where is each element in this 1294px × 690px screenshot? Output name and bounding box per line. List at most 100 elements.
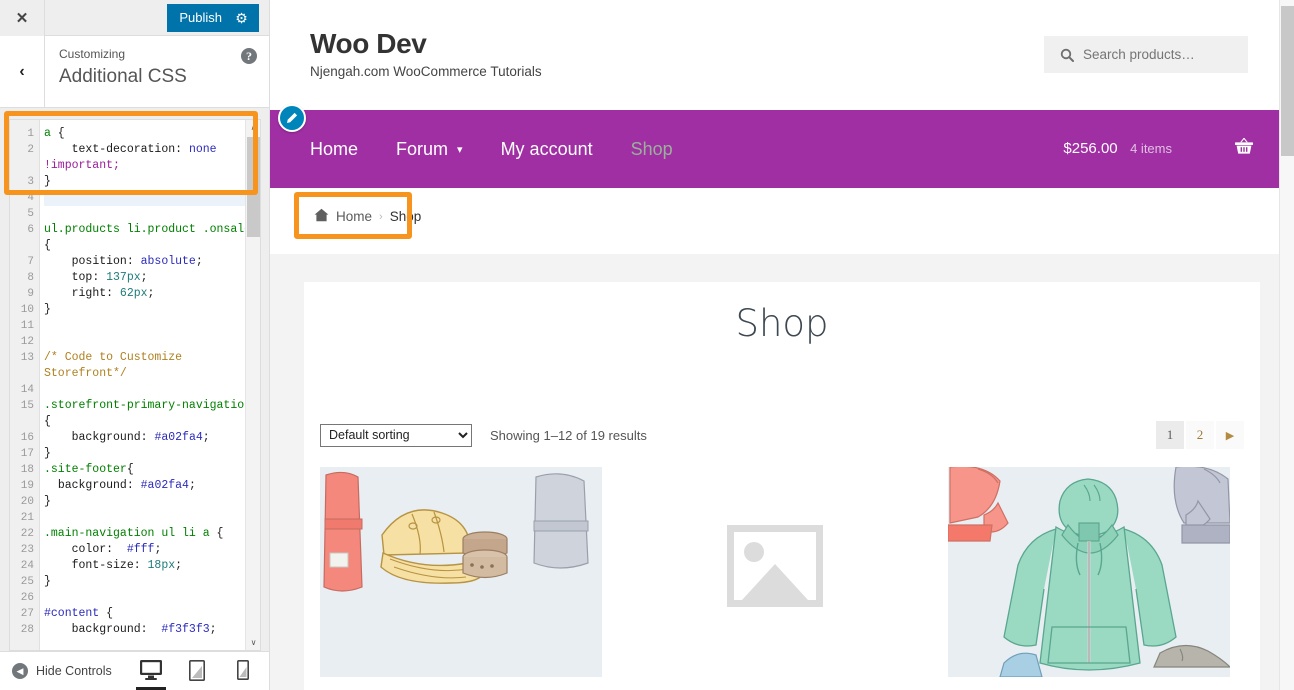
editor-line[interactable]: text-decoration: none !important; bbox=[44, 142, 260, 174]
editor-line[interactable]: } bbox=[44, 494, 260, 510]
editor-line-number: 12 bbox=[20, 336, 34, 348]
editor-line-number: 18 bbox=[20, 464, 34, 476]
nav-item-forum[interactable]: Forum ▾ bbox=[396, 139, 463, 160]
page-title: Shop bbox=[735, 302, 829, 345]
editor-line[interactable]: } bbox=[44, 174, 260, 190]
home-icon[interactable] bbox=[314, 208, 329, 225]
editor-line[interactable]: /* Code to Customize Storefront*/ bbox=[44, 350, 260, 382]
nav-item-shop[interactable]: Shop bbox=[631, 139, 673, 160]
code-token: } bbox=[44, 575, 51, 588]
breadcrumb-home-link[interactable]: Home bbox=[336, 209, 372, 224]
back-button[interactable]: ‹ bbox=[0, 36, 45, 107]
breadcrumb-separator: › bbox=[379, 210, 383, 223]
code-token: right: bbox=[44, 287, 120, 300]
editor-line-number: 16 bbox=[20, 432, 34, 444]
pagination-page-2[interactable]: 2 bbox=[1186, 421, 1214, 449]
sort-select[interactable]: Default sortingSort by popularitySort by… bbox=[320, 423, 472, 447]
editor-line[interactable]: ul.products li.product .onsale { bbox=[44, 222, 260, 254]
editor-line-number: 13 bbox=[20, 352, 34, 364]
pagination-next-icon[interactable]: ▶ bbox=[1216, 421, 1244, 449]
editor-line[interactable] bbox=[44, 334, 260, 350]
editor-line[interactable]: } bbox=[44, 446, 260, 462]
editor-line-number: 11 bbox=[20, 320, 34, 332]
code-token: !important; bbox=[44, 159, 120, 172]
search-input[interactable] bbox=[1083, 47, 1243, 62]
code-token: .storefront-primary-navigation bbox=[44, 399, 252, 412]
scroll-up-icon[interactable]: ∧ bbox=[246, 120, 260, 135]
product-thumb-hoodies[interactable] bbox=[948, 467, 1230, 677]
editor-line[interactable]: .storefront-primary-navigation { bbox=[44, 398, 260, 430]
editor-line-number: 9 bbox=[27, 288, 34, 300]
editor-line-number: 4 bbox=[27, 192, 34, 204]
edit-shortcut-pencil-icon[interactable] bbox=[278, 104, 306, 132]
css-editor[interactable]: 12 3456 7 8 9 10 11 12 13 14 15 16 17 18 19 20 21 22 2… bbox=[9, 119, 261, 651]
editor-line[interactable]: .main-navigation ul li a { bbox=[44, 526, 260, 542]
editor-scrollbar[interactable]: ∧ ∨ bbox=[245, 120, 260, 650]
code-token: } bbox=[44, 447, 51, 460]
nav-item-home[interactable]: Home bbox=[310, 139, 358, 160]
gear-icon[interactable]: ⚙ bbox=[234, 10, 249, 25]
editor-line[interactable] bbox=[44, 590, 260, 606]
publish-button[interactable]: Publish ⚙ bbox=[167, 3, 259, 32]
nav-item-my-account[interactable]: My account bbox=[501, 139, 593, 160]
cart-summary[interactable]: $256.00 4 items bbox=[1063, 140, 1172, 158]
code-token: .main-navigation ul li a bbox=[44, 527, 210, 540]
product-thumb-accessories[interactable] bbox=[320, 467, 602, 677]
editor-line[interactable] bbox=[44, 190, 260, 206]
editor-line[interactable]: font-size: 18px; bbox=[44, 558, 260, 574]
device-mobile-icon[interactable] bbox=[230, 658, 256, 684]
code-token: } bbox=[44, 175, 51, 188]
code-token: /* Code to Customize Storefront*/ bbox=[44, 351, 189, 380]
editor-line[interactable] bbox=[44, 318, 260, 334]
primary-navigation: Home Forum ▾ My account Shop $256.00 4 items bbox=[270, 104, 1294, 188]
editor-line-number: 10 bbox=[20, 304, 34, 316]
editor-line[interactable]: } bbox=[44, 574, 260, 590]
code-token: ; bbox=[188, 479, 196, 492]
product-search-box[interactable] bbox=[1044, 36, 1248, 73]
help-icon[interactable]: ? bbox=[241, 48, 257, 64]
editor-scrollbar-thumb[interactable] bbox=[247, 137, 260, 237]
code-token: absolute bbox=[140, 255, 196, 268]
publish-label: Publish bbox=[179, 10, 222, 25]
editor-line[interactable] bbox=[44, 382, 260, 398]
device-tablet-icon[interactable] bbox=[184, 658, 210, 684]
page-scrollbar-thumb[interactable] bbox=[1281, 6, 1294, 156]
device-desktop-icon[interactable] bbox=[136, 658, 166, 690]
page-scrollbar[interactable] bbox=[1279, 0, 1294, 690]
code-token: none bbox=[188, 143, 217, 156]
customizer-title-block: Customizing Additional CSS ? bbox=[45, 36, 269, 107]
editor-line[interactable]: background: #a02fa4; bbox=[44, 478, 260, 494]
code-token: { bbox=[209, 527, 224, 540]
editor-line-number-wrap bbox=[10, 238, 39, 254]
editor-line[interactable]: #content { bbox=[44, 606, 260, 622]
editor-line[interactable] bbox=[44, 510, 260, 526]
customizing-label: Customizing bbox=[59, 47, 126, 61]
css-editor-container: 12 3456 7 8 9 10 11 12 13 14 15 16 17 18 19 20 21 22 2… bbox=[0, 110, 269, 651]
editor-line[interactable] bbox=[44, 206, 260, 222]
editor-line-number-wrap bbox=[10, 366, 39, 382]
editor-line-number-wrap bbox=[10, 414, 39, 430]
editor-line-number: 27 bbox=[20, 608, 34, 620]
customizer-header: ‹ Customizing Additional CSS ? bbox=[0, 36, 269, 108]
editor-line[interactable]: top: 137px; bbox=[44, 270, 260, 286]
close-customizer-button[interactable]: ✕ bbox=[0, 0, 45, 36]
hide-controls-button[interactable]: ◀ Hide Controls bbox=[0, 663, 112, 679]
editor-line[interactable]: position: absolute; bbox=[44, 254, 260, 270]
chevron-down-icon[interactable]: ▾ bbox=[457, 143, 463, 156]
editor-line[interactable]: .site-footer{ bbox=[44, 462, 260, 478]
editor-line[interactable]: right: 62px; bbox=[44, 286, 260, 302]
editor-code[interactable]: a { text-decoration: none !important;} u… bbox=[40, 120, 260, 650]
editor-line[interactable]: } bbox=[44, 302, 260, 318]
editor-line-numbers: 12 3456 7 8 9 10 11 12 13 14 15 16 17 18 19 20 21 22 2… bbox=[10, 120, 40, 650]
product-thumb-placeholder[interactable] bbox=[634, 467, 916, 677]
cart-area: $256.00 4 items bbox=[1063, 137, 1294, 161]
cart-basket-icon[interactable] bbox=[1234, 137, 1254, 161]
editor-line[interactable]: background: #f3f3f3; bbox=[44, 622, 260, 638]
editor-line[interactable]: color: #fff; bbox=[44, 542, 260, 558]
editor-line-number: 24 bbox=[20, 560, 34, 572]
customizer-sidebar: ✕ Publish ⚙ ‹ Customizing Additional CSS… bbox=[0, 0, 270, 690]
pagination-page-1[interactable]: 1 bbox=[1156, 421, 1184, 449]
editor-line[interactable]: a { bbox=[44, 126, 260, 142]
scroll-down-icon[interactable]: ∨ bbox=[246, 635, 260, 650]
editor-line[interactable]: background: #a02fa4; bbox=[44, 430, 260, 446]
